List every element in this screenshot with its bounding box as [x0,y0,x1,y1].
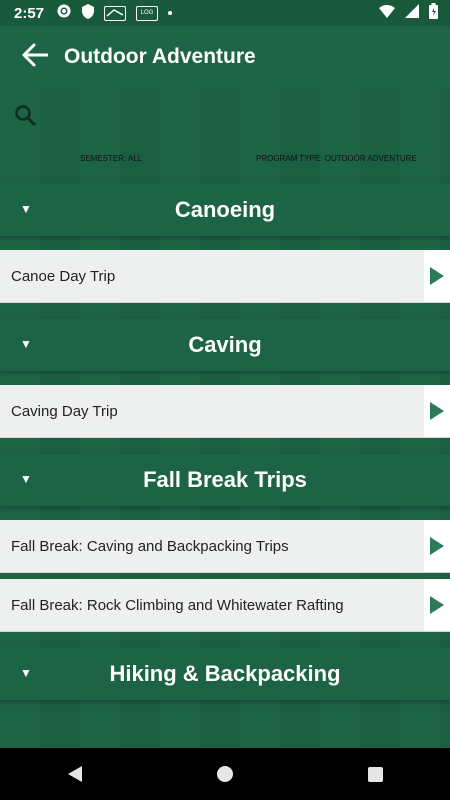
caret-down-icon[interactable]: ▼ [20,202,32,216]
list-item[interactable]: Fall Break: Rock Climbing and Whitewater… [0,579,450,632]
list-item[interactable]: Canoe Day Trip [0,250,450,303]
section-title: Caving [188,332,262,357]
semester-filter[interactable]: SEMESTER: ALL [80,154,142,163]
list-item-label: Fall Break: Caving and Backpacking Trips [11,537,289,555]
calendar-icon: LOG [136,5,159,21]
nav-back-icon[interactable] [67,766,82,782]
notification-dot-icon [168,11,173,15]
search-icon [14,105,38,132]
program-type-filter[interactable]: PROGRAM TYPE: OUTDOOR ADVENTURE [256,154,417,163]
page-title: Outdoor Adventure [64,45,256,68]
status-right-icons [379,3,438,23]
play-arrow-icon[interactable] [424,250,450,302]
list-item-label: Caving Day Trip [11,402,118,420]
list-item[interactable]: Fall Break: Caving and Backpacking Trips [0,520,450,573]
system-nav-bar [0,748,450,800]
shield-icon [82,3,95,23]
section-title: Hiking & Backpacking [109,661,341,686]
wifi-icon [379,4,395,22]
list-item-label: Fall Break: Rock Climbing and Whitewater… [11,596,344,614]
list-item[interactable]: Caving Day Trip [0,385,450,438]
filter-area: SEMESTER: ALL PROGRAM TYPE: OUTDOOR ADVE… [0,88,450,184]
search-button[interactable] [14,104,38,128]
status-bar: 2:57 LOG [0,0,450,26]
program-list: SEMESTER: ALL PROGRAM TYPE: OUTDOOR ADVE… [0,88,450,748]
list-item-label: Canoe Day Trip [11,267,116,285]
app-logo-icon [104,5,127,21]
play-arrow-icon[interactable] [424,520,450,572]
section-header-caving[interactable]: ▼ Caving [0,319,450,371]
caret-down-icon[interactable]: ▼ [20,337,32,351]
caret-down-icon[interactable]: ▼ [20,666,32,680]
battery-icon [429,3,438,23]
arrow-left-icon [22,43,49,72]
nav-home-icon[interactable] [216,766,233,782]
status-time: 2:57 [14,4,45,22]
app-bar: Outdoor Adventure [0,26,450,88]
play-arrow-icon[interactable] [424,579,450,631]
status-left-icons: LOG [56,3,173,23]
back-button[interactable] [20,42,50,72]
gear-icon [56,3,72,23]
signal-icon [405,4,419,22]
play-arrow-icon[interactable] [424,385,450,437]
section-header-fall-break-trips[interactable]: ▼ Fall Break Trips [0,454,450,506]
section-title: Fall Break Trips [143,467,307,492]
section-header-hiking-backpacking[interactable]: ▼ Hiking & Backpacking [0,648,450,700]
section-title: Canoeing [174,197,276,222]
section-header-canoeing[interactable]: ▼ Canoeing [0,184,450,236]
nav-recents-icon[interactable] [367,766,383,782]
caret-down-icon[interactable]: ▼ [20,472,32,486]
